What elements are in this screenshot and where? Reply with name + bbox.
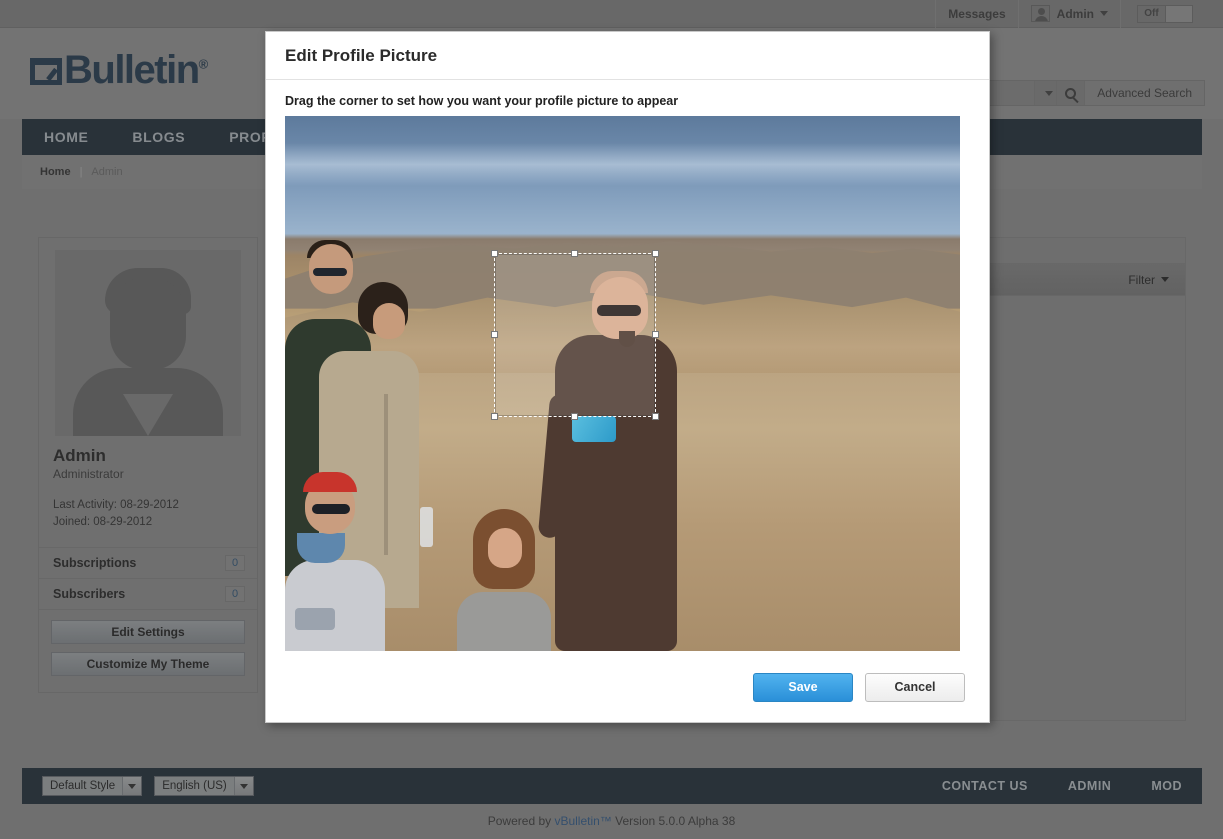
cloud-band (285, 142, 960, 186)
crop-handle-ne[interactable] (652, 250, 659, 257)
dialog-title: Edit Profile Picture (285, 45, 438, 65)
dialog-body: Drag the corner to set how you want your… (266, 80, 989, 651)
app-root: Messages Admin Off Bulletin® Advanced Se… (0, 0, 1223, 839)
person-left-sunglasses (313, 268, 348, 277)
crop-selection-box[interactable] (491, 250, 659, 420)
crop-handle-w[interactable] (491, 331, 498, 338)
crop-instruction-text: Drag the corner to set how you want your… (285, 94, 679, 108)
crop-handle-nw[interactable] (491, 250, 498, 257)
crop-handle-s[interactable] (571, 413, 578, 420)
water-bottle (420, 506, 433, 547)
dialog-footer: Save Cancel (266, 652, 989, 722)
person-girl-face (487, 527, 522, 568)
person-jacket-face (372, 303, 405, 340)
cancel-button[interactable]: Cancel (865, 672, 965, 702)
crop-photo-container[interactable] (285, 116, 960, 651)
person-bandana-scarf (297, 533, 346, 564)
center-man-arizona-logo (571, 415, 616, 442)
crop-handle-n[interactable] (571, 250, 578, 257)
crop-handle-e[interactable] (652, 331, 659, 338)
crop-handle-sw[interactable] (491, 413, 498, 420)
person-bandana-body (285, 560, 385, 651)
edit-profile-picture-dialog: Edit Profile Picture Drag the corner to … (265, 31, 990, 723)
person-bandana-shirt-logo (295, 608, 336, 631)
dialog-header: Edit Profile Picture (266, 32, 989, 80)
person-girl-body (457, 592, 552, 651)
save-button[interactable]: Save (753, 672, 853, 702)
person-bandana-sunglasses (312, 503, 350, 514)
person-red-bandana (302, 471, 357, 492)
crop-handle-se[interactable] (652, 413, 659, 420)
person-jacket-zipper (383, 394, 388, 555)
